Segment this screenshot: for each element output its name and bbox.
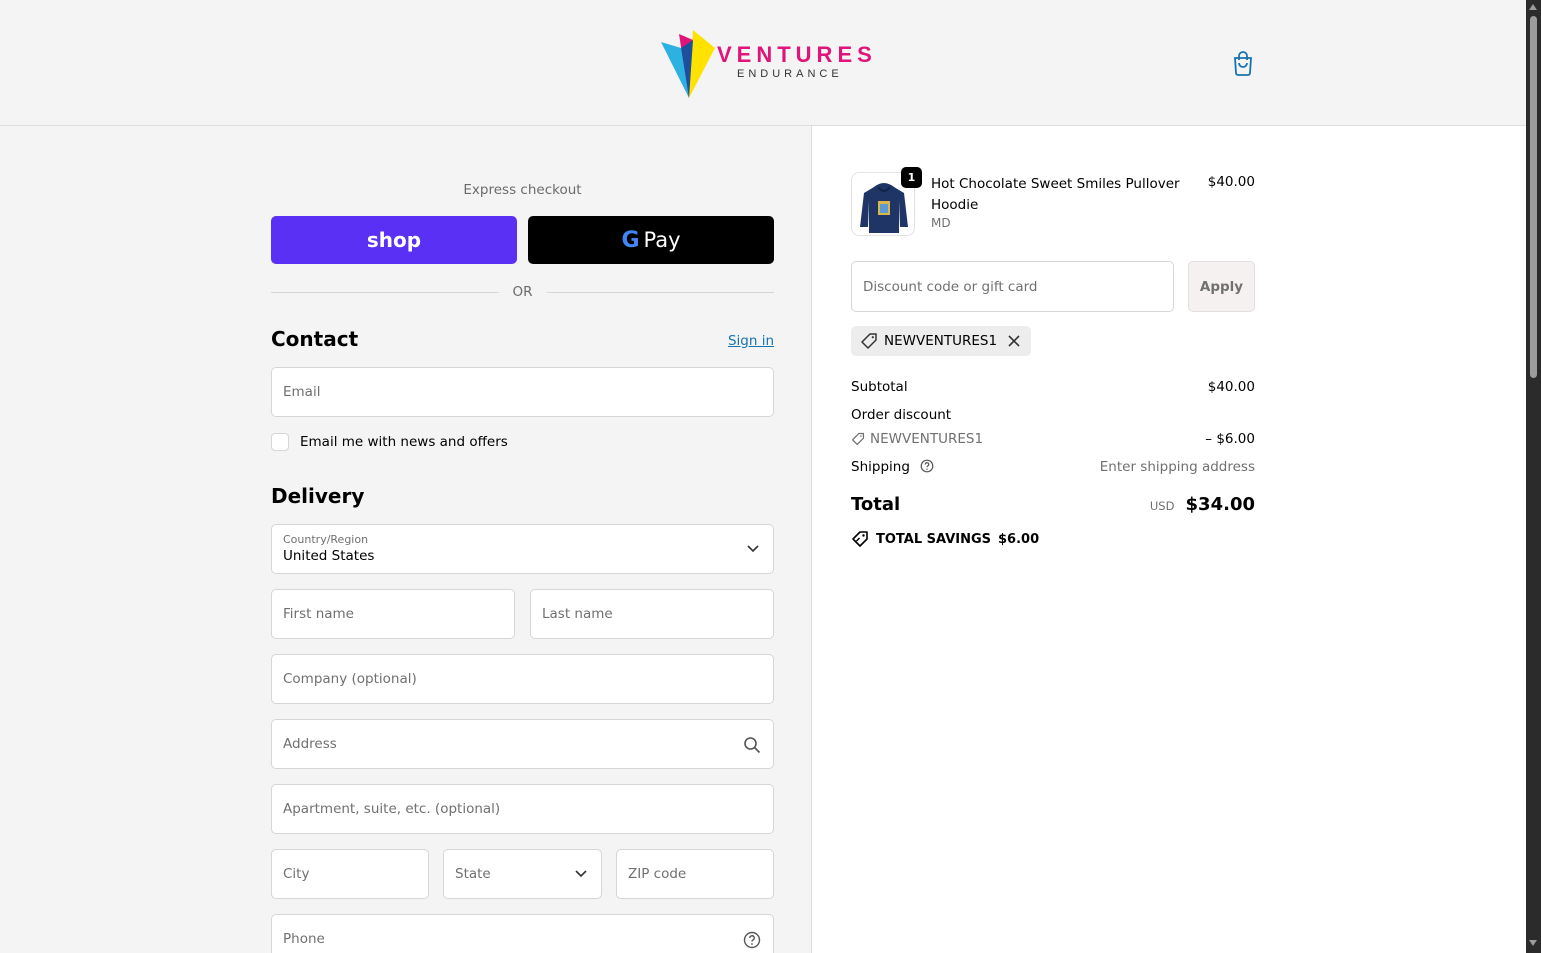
- shipping-row: Shipping Enter shipping address: [851, 459, 1255, 475]
- logo-mark-icon: [661, 30, 715, 98]
- order-discount-label: Order discount: [851, 407, 952, 423]
- phone-field[interactable]: [271, 914, 774, 953]
- shipping-value: Enter shipping address: [1099, 459, 1255, 475]
- country-value: United States: [283, 548, 375, 564]
- subtotal-value: $40.00: [1207, 379, 1255, 395]
- newsletter-label: Email me with news and offers: [300, 434, 508, 450]
- apartment-field[interactable]: [271, 784, 774, 834]
- email-field[interactable]: [271, 367, 774, 417]
- or-divider: OR: [271, 282, 775, 302]
- order-discount-code-line: NEWVENTURES1: [851, 431, 983, 447]
- order-discount-value: – $6.00: [1205, 431, 1255, 447]
- savings-label: TOTAL SAVINGS: [876, 531, 992, 547]
- scrollbar-thumb[interactable]: [1530, 16, 1537, 378]
- first-name-input[interactable]: [272, 590, 514, 638]
- applied-discount-chip: NEWVENTURES1: [851, 326, 1032, 356]
- chevron-down-icon: [575, 870, 587, 878]
- newsletter-checkbox-row[interactable]: Email me with news and offers: [271, 433, 508, 451]
- sign-in-link[interactable]: Sign in: [700, 333, 774, 349]
- order-discount-code: NEWVENTURES1: [870, 431, 984, 447]
- remove-discount-icon[interactable]: [1007, 334, 1021, 348]
- address-field[interactable]: [271, 719, 774, 769]
- chevron-down-icon: [747, 545, 759, 553]
- shop-pay-label: shop: [366, 228, 422, 252]
- company-input[interactable]: [272, 655, 773, 703]
- phone-input[interactable]: [272, 915, 773, 953]
- or-label: OR: [512, 284, 533, 300]
- address-input[interactable]: [272, 720, 773, 768]
- country-select[interactable]: Country/Region United States: [271, 524, 774, 574]
- apply-discount-button[interactable]: Apply: [1188, 261, 1255, 312]
- logo-text-ventures: VENTURES: [717, 42, 877, 67]
- product-price: $40.00: [1207, 174, 1255, 190]
- first-name-field[interactable]: [271, 589, 515, 639]
- newsletter-checkbox[interactable]: [271, 433, 289, 451]
- subtotal-label: Subtotal: [851, 379, 908, 395]
- email-input[interactable]: [272, 368, 773, 416]
- quantity-badge: 1: [901, 167, 922, 188]
- savings-value: $6.00: [998, 531, 1040, 547]
- total-currency: USD: [1149, 499, 1175, 513]
- tag-icon: [861, 333, 877, 349]
- total-savings: TOTAL SAVINGS $6.00: [851, 530, 1039, 548]
- google-pay-button[interactable]: G Pay: [528, 216, 774, 264]
- zip-input[interactable]: [617, 850, 773, 898]
- last-name-input[interactable]: [531, 590, 773, 638]
- discount-code-input[interactable]: [852, 262, 1173, 311]
- zip-field[interactable]: [616, 849, 774, 899]
- last-name-field[interactable]: [530, 589, 774, 639]
- order-discount-row: Order discount: [851, 407, 1255, 423]
- checkout-header: VENTURES ENDURANCE: [0, 0, 1526, 126]
- city-input[interactable]: [272, 850, 428, 898]
- shipping-label: Shipping: [851, 459, 910, 475]
- subtotal-row: Subtotal $40.00: [851, 379, 1255, 395]
- shopping-bag-icon[interactable]: [1231, 50, 1255, 76]
- scroll-down-arrow-icon[interactable]: [1529, 940, 1537, 946]
- delivery-title: Delivery: [271, 484, 365, 508]
- total-label: Total: [851, 494, 901, 515]
- total-value: $34.00: [1185, 494, 1255, 515]
- applied-discount-code: NEWVENTURES1: [884, 333, 998, 349]
- company-field[interactable]: [271, 654, 774, 704]
- total-row: Total USD $34.00: [851, 494, 1255, 515]
- tag-icon: [851, 432, 865, 446]
- city-field[interactable]: [271, 849, 429, 899]
- shop-pay-button[interactable]: shop: [271, 216, 517, 264]
- express-checkout-label: Express checkout: [463, 182, 582, 198]
- google-pay-label: Pay: [643, 228, 681, 252]
- search-icon: [744, 737, 761, 754]
- state-label: State: [455, 866, 491, 882]
- product-variant: MD: [931, 216, 951, 230]
- discount-code-field[interactable]: [851, 261, 1174, 312]
- state-select[interactable]: State: [443, 849, 602, 899]
- checkout-form-panel: Express checkout shop G Pay OR Contact S…: [0, 126, 812, 953]
- help-circle-icon[interactable]: [920, 459, 934, 473]
- order-summary-panel: 1 Hot Chocolate Sweet Smiles Pullover Ho…: [813, 126, 1526, 953]
- apartment-input[interactable]: [272, 785, 773, 833]
- country-label: Country/Region: [283, 533, 369, 546]
- order-discount-detail-row: NEWVENTURES1 – $6.00: [851, 431, 1255, 447]
- savings-tag-icon: [852, 531, 868, 547]
- page-scrollbar[interactable]: [1526, 0, 1541, 953]
- contact-title: Contact: [271, 327, 359, 351]
- google-g-icon: G: [621, 227, 640, 253]
- ventures-endurance-logo[interactable]: VENTURES ENDURANCE: [659, 28, 872, 100]
- scroll-up-arrow-icon[interactable]: [1529, 4, 1537, 10]
- logo-text-endurance: ENDURANCE: [737, 68, 843, 80]
- help-circle-icon[interactable]: [743, 931, 761, 949]
